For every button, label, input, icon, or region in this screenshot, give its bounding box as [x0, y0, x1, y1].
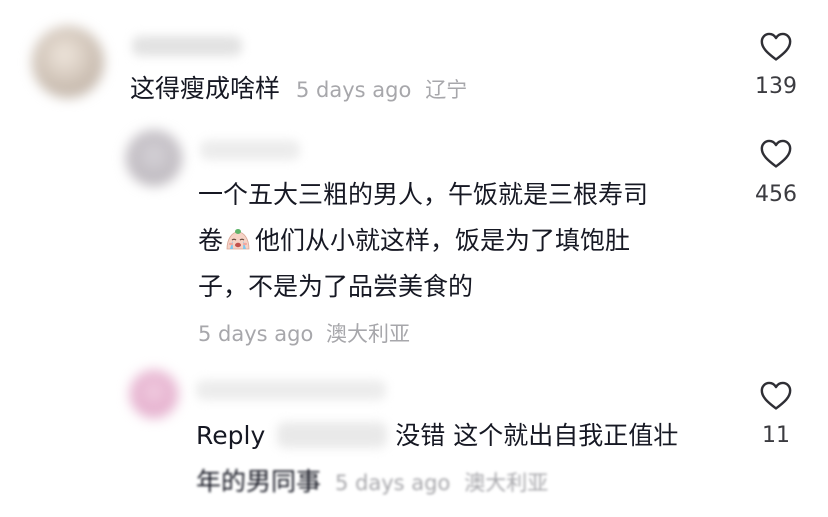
comment-body: 这得瘦成啥样 5 days ago 辽宁: [130, 66, 467, 113]
heart-outline-icon[interactable]: [759, 137, 793, 169]
username[interactable]: [132, 36, 242, 56]
heart-outline-icon[interactable]: [759, 379, 793, 411]
comment-location: 辽宁: [425, 78, 468, 102]
comment-location: 澳大利亚: [326, 322, 411, 346]
like-count: 139: [755, 74, 797, 99]
avatar[interactable]: [126, 130, 182, 186]
comment-line: 卷 他们从小就这样，饭是为了填饱肚: [198, 218, 630, 264]
comment-time: 5 days ago: [334, 471, 451, 495]
comment-line: 年的男同事 5 days ago 澳大利亚: [196, 459, 548, 506]
heart-outline-icon[interactable]: [759, 30, 793, 62]
comment-location: 澳大利亚: [464, 471, 549, 495]
comment-line-rest: 他们从小就这样，饭是为了填饱肚: [255, 226, 631, 255]
reply-label: Reply: [196, 421, 266, 450]
comment-text: 这得瘦成啥样: [130, 74, 281, 103]
comment-text: 没错 这个就出自我正值壮: [395, 421, 679, 450]
reply-target-username[interactable]: [277, 422, 388, 448]
comment-time: 5 days ago: [198, 322, 314, 346]
username[interactable]: [196, 380, 386, 400]
comment-line: 子，不是为了品尝美食的: [198, 272, 474, 301]
comment-line-prefix: 卷: [198, 226, 224, 255]
username[interactable]: [200, 140, 300, 160]
comment-line: Reply 没错 这个就出自我正值壮: [196, 413, 678, 459]
comment-time: 5 days ago: [295, 78, 412, 102]
like-count: 456: [755, 182, 797, 207]
like-count: 11: [762, 423, 790, 448]
avatar[interactable]: [32, 26, 104, 98]
comment-text: 年的男同事: [196, 467, 322, 496]
comment-line: 一个五大三粗的男人，午饭就是三根寿司: [198, 180, 649, 209]
crying-face-emoji: [226, 229, 250, 250]
avatar[interactable]: [130, 370, 178, 418]
comment-meta: 5 days ago 澳大利亚: [198, 318, 410, 348]
